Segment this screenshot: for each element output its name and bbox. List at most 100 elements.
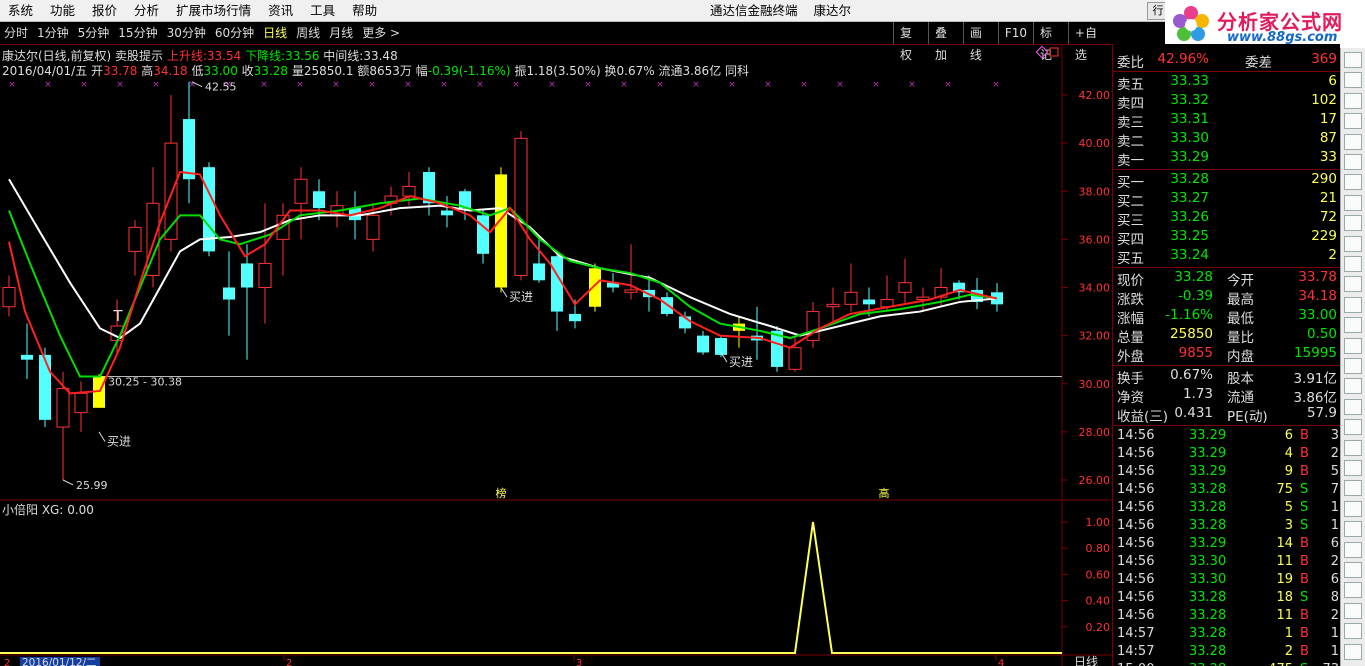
menu-function[interactable]: 功能: [42, 0, 84, 22]
ytick-label: 38.00: [1079, 185, 1111, 198]
tick-price: 33.29: [1189, 536, 1227, 551]
tool-button-icon[interactable]: [1344, 92, 1362, 109]
tool-button-icon[interactable]: [1344, 235, 1362, 252]
tool-button-icon[interactable]: [1344, 378, 1362, 395]
f10-button[interactable]: F10: [997, 22, 1033, 44]
tool-button-icon[interactable]: [1344, 439, 1362, 456]
ask-row[interactable]: 卖二 33.30 87: [1113, 130, 1341, 150]
add-watchlist-button[interactable]: +自选: [1067, 22, 1112, 62]
tool-button-icon[interactable]: [1344, 500, 1362, 517]
quote-panel: 委比 42.96% 委差 369 卖五 33.33 6 卖四 33.32 102 卖三 33.31 17…: [1112, 44, 1341, 666]
kline-chart[interactable]: 42.00 40.00 38.00 36.00 34.00 32.00 30.00 28.00…: [0, 44, 1112, 666]
tool-button-icon[interactable]: [1344, 256, 1362, 272]
tool-button-icon[interactable]: [1344, 541, 1362, 558]
bid-row[interactable]: 买五 33.24 2: [1113, 247, 1341, 267]
tool-button-icon[interactable]: [1344, 582, 1362, 599]
axis-month-3: 3: [576, 658, 582, 666]
tool-button-icon[interactable]: [1344, 521, 1362, 538]
period-5min[interactable]: 5分钟: [74, 22, 115, 44]
mark-button[interactable]: 标记: [1032, 22, 1068, 62]
bid-row[interactable]: 买三 33.26 72: [1113, 209, 1341, 229]
tool-button-icon[interactable]: [1344, 480, 1362, 497]
period-more[interactable]: 更多 >: [358, 22, 405, 44]
tool-button-icon[interactable]: [1344, 113, 1362, 130]
menu-system[interactable]: 系统: [0, 0, 42, 22]
menu-info[interactable]: 资讯: [260, 0, 302, 22]
tick-count: 2: [1330, 608, 1339, 623]
amount-value: 8653万: [369, 64, 412, 78]
tool-button-icon[interactable]: [1344, 194, 1362, 211]
period-60min[interactable]: 60分钟: [211, 22, 259, 44]
tick-flag: B: [1300, 446, 1309, 461]
tool-button-icon[interactable]: [1344, 398, 1362, 415]
tool-button-icon[interactable]: [1344, 72, 1362, 89]
candle-body: [551, 256, 563, 312]
period-1min[interactable]: 1分钟: [33, 22, 74, 44]
tool-button-icon[interactable]: [1344, 133, 1362, 150]
bid-row[interactable]: 买四 33.25 229: [1113, 228, 1341, 248]
tick-time: 14:57: [1117, 644, 1155, 659]
buy-pointer: [98, 431, 106, 442]
amount-label: 额: [357, 64, 370, 78]
fundamental-label: 换手: [1117, 371, 1144, 387]
tool-button-icon[interactable]: [1344, 602, 1362, 619]
fundamental-value: 0.431: [1174, 405, 1213, 421]
signal-dot-icon: ×: [656, 80, 664, 90]
ask-row[interactable]: 卖一 33.29 33: [1113, 149, 1341, 169]
ask-row[interactable]: 卖四 33.32 102: [1113, 92, 1341, 112]
candle-body: [21, 354, 33, 360]
webi-value: 42.96%: [1157, 51, 1209, 67]
ask-row[interactable]: 卖五 33.33 6: [1113, 73, 1341, 93]
period-daily[interactable]: 日线: [259, 22, 292, 44]
menu-tools[interactable]: 工具: [302, 0, 344, 22]
tick-volume: 475: [1268, 662, 1293, 666]
tool-button-icon[interactable]: [1344, 643, 1362, 660]
draw-line-button[interactable]: 画线: [962, 22, 998, 62]
menu-analysis[interactable]: 分析: [126, 0, 168, 22]
period-15min[interactable]: 15分钟: [114, 22, 162, 44]
tool-button-icon[interactable]: [1344, 215, 1362, 232]
stat-row: 外盘 9855 内盘 15995: [1113, 345, 1341, 365]
tool-button-icon[interactable]: [1344, 337, 1362, 354]
tool-button-icon[interactable]: [1344, 174, 1362, 191]
tool-button-icon[interactable]: [1344, 358, 1362, 374]
kline-svg[interactable]: 42.00 40.00 38.00 36.00 34.00 32.00 30.00 28.00…: [0, 45, 1112, 666]
tick-row: 14:57 33.28 2 B 1: [1113, 644, 1341, 662]
fundamental-value: 57.9: [1306, 405, 1337, 421]
tool-button-icon[interactable]: [1344, 623, 1362, 640]
menu-extended-market[interactable]: 扩展市场行情: [168, 0, 260, 22]
tick-time: 14:56: [1117, 428, 1155, 443]
tool-button-icon[interactable]: [1344, 562, 1362, 578]
period-intraday[interactable]: 分时: [0, 22, 33, 44]
candle-body: [624, 289, 638, 293]
tick-time: 14:57: [1117, 626, 1155, 641]
tick-volume: 1: [1284, 626, 1293, 641]
restore-rights-button[interactable]: 复权: [893, 22, 928, 62]
tool-button-icon[interactable]: [1344, 154, 1362, 170]
menu-quote[interactable]: 报价: [84, 0, 126, 22]
xg-series-line: [0, 521, 1062, 654]
tick-flag: S: [1300, 500, 1309, 515]
tick-volume: 11: [1276, 608, 1293, 623]
candle-body: [294, 178, 308, 204]
flower-logo-icon: [1173, 6, 1209, 41]
same-sector-link[interactable]: 同科: [725, 64, 749, 78]
bid-row[interactable]: 买一 33.28 290: [1113, 171, 1341, 191]
tick-volume: 4: [1284, 446, 1293, 461]
chart-title: 康达尔(日线,前复权) 卖股提示: [2, 49, 163, 63]
menu-help[interactable]: 帮助: [344, 0, 386, 22]
tool-button-icon[interactable]: [1344, 276, 1362, 293]
axis-month-2: 2: [286, 658, 292, 666]
bid-price: 33.28: [1170, 171, 1209, 187]
tool-button-icon[interactable]: [1344, 460, 1362, 476]
overlay-button[interactable]: 叠加: [927, 22, 963, 62]
tool-button-icon[interactable]: [1344, 419, 1362, 436]
ask-row[interactable]: 卖三 33.31 17: [1113, 111, 1341, 131]
period-monthly[interactable]: 月线: [325, 22, 358, 44]
tool-button-icon[interactable]: [1344, 296, 1362, 313]
period-weekly[interactable]: 周线: [292, 22, 325, 44]
tool-button-icon[interactable]: [1344, 52, 1362, 68]
bid-row[interactable]: 买二 33.27 21: [1113, 190, 1341, 210]
period-30min[interactable]: 30分钟: [163, 22, 211, 44]
tool-button-icon[interactable]: [1344, 317, 1362, 334]
